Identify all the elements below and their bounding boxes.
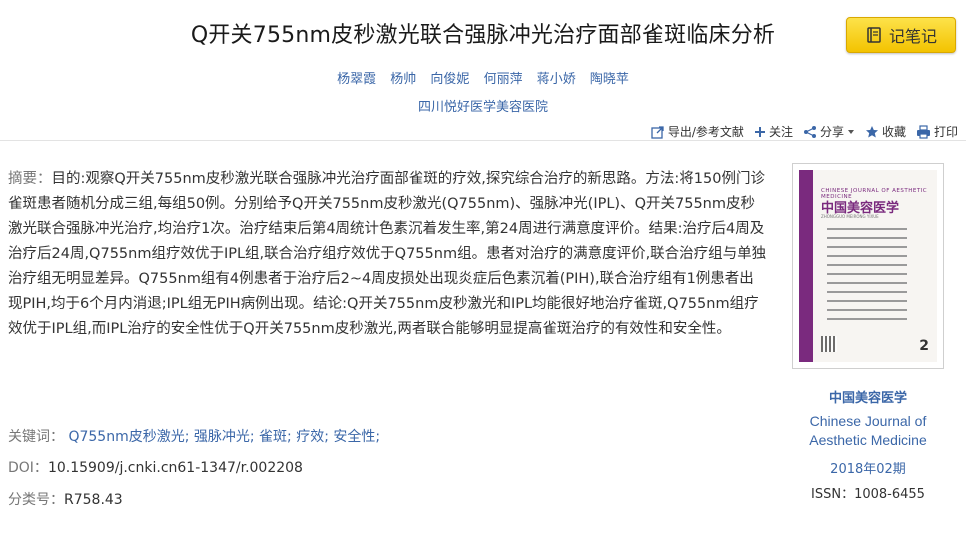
keyword-link[interactable]: Q755nm皮秒激光; [68,429,189,445]
print-label: 打印 [933,125,958,139]
share-icon [803,125,817,139]
cover-contents [827,228,907,327]
classification-value: R758.43 [64,492,123,508]
abstract-text: 目的:观察Q开关755nm皮秒激光联合强脉冲光治疗面部雀斑的疗效,探究综合治疗的… [8,171,767,337]
cover-pinyin: ZHONGGUO MEIRONG YIXUE [821,214,879,219]
qr-code-icon [821,336,837,352]
export-label: 导出/参考文献 [667,125,744,139]
export-icon [651,125,665,139]
classification: 分类号：R758.43 [8,489,123,509]
header-divider [0,140,966,141]
keywords: 关键词： Q755nm皮秒激光; 强脉冲光; 雀斑; 疗效; 安全性; [8,426,380,446]
printer-icon [916,124,931,139]
favorite-label: 收藏 [881,125,906,139]
share-button[interactable]: 分享 [803,123,855,140]
follow-button[interactable]: 关注 [754,123,793,140]
cover-band [799,170,813,362]
follow-label: 关注 [768,125,793,139]
journal-name-cn[interactable]: 中国美容医学 [780,387,956,406]
favorite-button[interactable]: 收藏 [865,123,906,140]
cover-image: CHINESE JOURNAL OF AESTHETIC MEDICINE 中国… [799,170,937,362]
take-notes-label: 记笔记 [888,27,937,46]
affiliation-link[interactable]: 四川悦好医学美容医院 [0,96,966,115]
journal-name-en[interactable]: Chinese Journal of Aesthetic Medicine [780,412,956,450]
article-toolbar: 导出/参考文献 关注 分享 收藏 打印 [651,123,958,140]
journal-issue[interactable]: 2018年02期 [780,458,956,477]
doi: DOI：10.15909/j.cnki.cn61-1347/r.002208 [8,457,303,477]
abstract-label: 摘要： [8,171,52,187]
notebook-icon [865,26,883,44]
abstract: 摘要：目的:观察Q开关755nm皮秒激光联合强脉冲光治疗面部雀斑的疗效,探究综合… [8,167,768,342]
share-label: 分享 [819,125,844,139]
article-title: Q开关755nm皮秒激光联合强脉冲光治疗面部雀斑临床分析 [190,23,776,48]
star-icon [865,125,879,139]
author-link[interactable]: 何丽萍 [484,72,523,87]
print-button[interactable]: 打印 [916,123,958,140]
author-link[interactable]: 杨帅 [390,72,416,87]
chevron-down-icon [847,128,855,136]
journal-issn: ISSN：1008-6455 [811,487,925,502]
keyword-link[interactable]: 疗效; [296,429,329,445]
doi-value: 10.15909/j.cnki.cn61-1347/r.002208 [47,460,303,476]
author-link[interactable]: 蒋小娇 [537,72,576,87]
take-notes-button[interactable]: 记笔记 [846,17,956,53]
doi-label: DOI： [8,460,48,476]
author-link[interactable]: 陶晓苹 [590,72,629,87]
author-link[interactable]: 向俊妮 [430,72,469,87]
keyword-link[interactable]: 雀斑; [259,429,292,445]
export-references-button[interactable]: 导出/参考文献 [651,123,744,140]
classification-label: 分类号： [8,492,64,508]
author-list: 杨翠霞 杨帅 向俊妮 何丽萍 蒋小娇 陶晓苹 [0,68,966,87]
author-link[interactable]: 杨翠霞 [337,72,376,87]
journal-cover[interactable]: CHINESE JOURNAL OF AESTHETIC MEDICINE 中国… [792,163,944,369]
cover-volume: 2 [919,338,929,354]
keyword-link[interactable]: 安全性; [333,429,380,445]
keywords-label: 关键词： [8,429,64,445]
plus-icon [754,126,766,138]
keyword-link[interactable]: 强脉冲光; [194,429,255,445]
